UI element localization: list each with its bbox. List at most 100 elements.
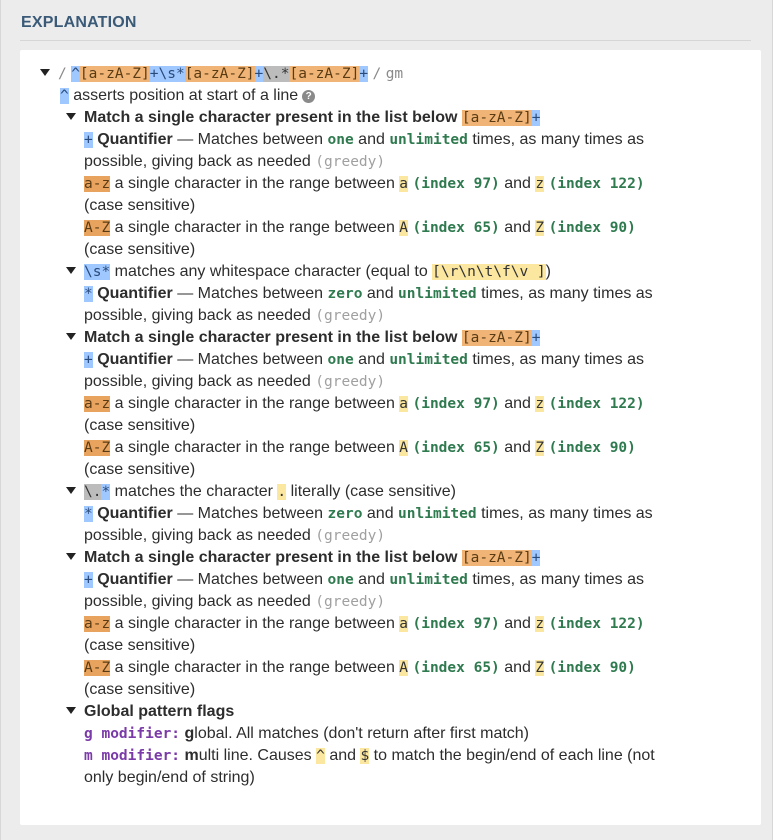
collapse-arrow-icon[interactable] xyxy=(66,267,76,274)
regex-token-whitespace[interactable]: \s* xyxy=(158,66,185,82)
range-end-char: z xyxy=(535,396,545,412)
range-start-char: a xyxy=(399,396,409,412)
regex-token-caret[interactable]: ^ xyxy=(71,66,80,82)
quant-and: and xyxy=(366,285,394,302)
regex-token-plus-3[interactable]: + xyxy=(359,66,369,82)
group-1-range-2-case: (case sensitive) xyxy=(40,239,750,261)
range-token[interactable]: A-Z xyxy=(84,660,111,676)
quant-symbol[interactable]: + xyxy=(84,352,93,368)
regex-root-row[interactable]: / ^[a-zA-Z]+\s*[a-zA-Z]+\.*[a-zA-Z]+ / g… xyxy=(40,63,750,85)
whitespace-close: ) xyxy=(545,263,551,280)
quant-text: — Matches between xyxy=(177,505,324,522)
quant-min: zero xyxy=(327,286,363,302)
group-3-range-1: a-z a single character in the range betw… xyxy=(40,393,750,415)
range-end-index: (index 122) xyxy=(548,396,645,412)
group-1-range-1: a-z a single character in the range betw… xyxy=(40,173,750,195)
group-header-token[interactable]: [a-zA-Z] xyxy=(461,110,532,126)
range-token[interactable]: a-z xyxy=(84,176,111,192)
help-icon[interactable]: ? xyxy=(302,90,316,103)
collapse-arrow-icon[interactable] xyxy=(66,487,76,494)
quant-text: — Matches between xyxy=(177,131,324,148)
range-token[interactable]: A-Z xyxy=(84,220,111,236)
quant-text-c: times, as many times as xyxy=(481,505,653,522)
range-text: a single character in the range between xyxy=(114,439,395,456)
quant-symbol[interactable]: * xyxy=(84,506,93,522)
range-start-char: A xyxy=(399,440,409,456)
g-description: lobal. All matches (don't return after f… xyxy=(194,725,530,742)
regex-token-plus-2[interactable]: + xyxy=(254,66,264,82)
range-text: a single character in the range between xyxy=(114,615,395,632)
group-3-range-1-case: (case sensitive) xyxy=(40,415,750,437)
quant-and: and xyxy=(358,131,385,148)
m-description-2: to match the begin/end of each line (not xyxy=(373,747,655,764)
regex-token-dot[interactable]: \.* xyxy=(263,66,290,82)
range-start-char: A xyxy=(399,660,409,676)
range-text: a single character in the range between xyxy=(114,659,395,676)
range-start-char: a xyxy=(399,176,409,192)
m-description: ulti line. Causes xyxy=(198,747,312,764)
regex-close-slash: / xyxy=(372,66,382,82)
anchor-token[interactable]: ^ xyxy=(60,88,69,104)
quant-and: and xyxy=(366,505,394,522)
regex-token-class-2[interactable]: [a-zA-Z] xyxy=(184,66,255,82)
regex-flags: gm xyxy=(385,66,404,82)
range-and: and xyxy=(504,659,531,676)
regex-token-plus-1[interactable]: + xyxy=(149,66,159,82)
collapse-arrow-icon[interactable] xyxy=(66,553,76,560)
group-header-quant[interactable]: + xyxy=(531,110,541,126)
group-header-token[interactable]: [a-zA-Z] xyxy=(461,550,532,566)
group-5-quantifier: + Quantifier — Matches between one and u… xyxy=(40,569,750,591)
collapse-arrow-icon[interactable] xyxy=(66,113,76,120)
quant-text-d: possible, giving back as needed xyxy=(84,373,311,390)
quant-symbol[interactable]: * xyxy=(84,286,93,302)
range-token[interactable]: A-Z xyxy=(84,440,111,456)
flags-header[interactable]: Global pattern flags xyxy=(40,701,750,723)
quant-text-c: times, as many times as xyxy=(472,571,644,588)
dot-star-token[interactable]: * xyxy=(101,484,111,500)
quant-text-c: times, as many times as xyxy=(472,351,644,368)
group-3-range-2-case: (case sensitive) xyxy=(40,459,750,481)
quant-min: one xyxy=(327,572,354,588)
quant-min: one xyxy=(327,352,354,368)
group-4-header[interactable]: \.* matches the character . literally (c… xyxy=(40,481,750,503)
group-1-range-2: A-Z a single character in the range betw… xyxy=(40,217,750,239)
quant-symbol[interactable]: + xyxy=(84,132,93,148)
regex-token-class-3[interactable]: [a-zA-Z] xyxy=(289,66,360,82)
whitespace-token[interactable]: \s* xyxy=(84,264,111,280)
quant-symbol[interactable]: + xyxy=(84,572,93,588)
range-start-char: a xyxy=(399,616,409,632)
group-header-quant[interactable]: + xyxy=(531,330,541,346)
collapse-arrow-icon[interactable] xyxy=(66,333,76,340)
quant-label: Quantifier xyxy=(97,285,173,302)
range-and: and xyxy=(504,395,531,412)
collapse-arrow-icon[interactable] xyxy=(40,69,50,76)
quant-text: — Matches between xyxy=(177,285,324,302)
group-5-range-2-case: (case sensitive) xyxy=(40,679,750,701)
group-1-quantifier: + Quantifier — Matches between one and u… xyxy=(40,129,750,151)
g-first-letter: g xyxy=(184,725,195,742)
group-header-token[interactable]: [a-zA-Z] xyxy=(461,330,532,346)
group-2-quantifier-cont: possible, giving back as needed (greedy) xyxy=(40,305,750,327)
quant-text: — Matches between xyxy=(177,571,324,588)
collapse-arrow-icon[interactable] xyxy=(66,707,76,714)
group-1-header[interactable]: Match a single character present in the … xyxy=(40,107,750,129)
quant-text-c: times, as many times as xyxy=(481,285,653,302)
flag-m-row-cont: only begin/end of string) xyxy=(40,767,750,789)
regex-token-class-1[interactable]: [a-zA-Z] xyxy=(79,66,150,82)
group-header-quant[interactable]: + xyxy=(531,550,541,566)
range-end-char: z xyxy=(535,176,545,192)
anchor-row: ^ asserts position at start of a line? xyxy=(40,85,750,107)
greedy-label: (greedy) xyxy=(315,308,386,324)
quant-max: unlimited xyxy=(389,572,468,588)
group-5-header[interactable]: Match a single character present in the … xyxy=(40,547,750,569)
group-3-header[interactable]: Match a single character present in the … xyxy=(40,327,750,349)
quant-and: and xyxy=(358,351,385,368)
range-token[interactable]: a-z xyxy=(84,396,111,412)
group-5-range-1: a-z a single character in the range betw… xyxy=(40,613,750,635)
group-2-header[interactable]: \s* matches any whitespace character (eq… xyxy=(40,261,750,283)
range-token[interactable]: a-z xyxy=(84,616,111,632)
quant-max: unlimited xyxy=(389,352,468,368)
m-description-3: only begin/end of string) xyxy=(84,769,255,786)
dot-token[interactable]: \. xyxy=(84,484,102,500)
quant-label: Quantifier xyxy=(97,505,173,522)
